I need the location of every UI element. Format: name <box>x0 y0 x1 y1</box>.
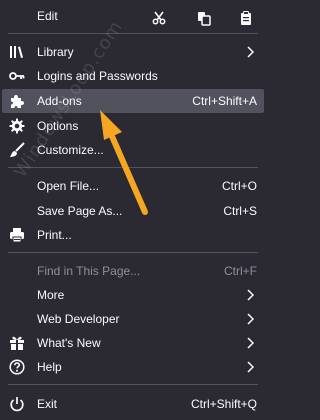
menu-item-find: Find in This Page... Ctrl+F <box>0 259 266 283</box>
menu-item-open-file[interactable]: Open File... Ctrl+O <box>0 174 266 198</box>
chevron-right-icon <box>246 313 254 325</box>
menu-item-label: Find in This Page... <box>37 264 141 278</box>
separator <box>8 384 258 385</box>
gear-icon <box>9 118 25 134</box>
key-icon <box>9 68 25 84</box>
copy-icon <box>197 11 211 26</box>
puzzle-icon <box>9 93 25 109</box>
menu-item-customize[interactable]: Customize... <box>0 138 266 162</box>
paste-icon <box>240 10 252 26</box>
menu-item-label: More <box>37 288 65 302</box>
shortcut-label: Ctrl+Shift+A <box>192 94 257 108</box>
menu-item-label: Logins and Passwords <box>37 69 158 83</box>
menu-item-logins[interactable]: Logins and Passwords <box>0 64 266 88</box>
menu-item-label: Customize... <box>37 143 104 157</box>
cut-icon <box>152 11 166 25</box>
menu-item-label: Library <box>37 45 74 59</box>
chevron-right-icon <box>246 289 254 301</box>
shortcut-label: Ctrl+S <box>223 204 257 218</box>
shortcut-label: Ctrl+O <box>221 179 257 193</box>
app-menu-panel: Edit Library Logins and Passwords Add-on… <box>0 0 266 420</box>
printer-icon <box>9 227 25 243</box>
edit-row: Edit <box>0 4 266 28</box>
copy-button[interactable] <box>194 8 214 28</box>
paste-button[interactable] <box>236 8 256 28</box>
menu-item-label: Add-ons <box>37 94 82 108</box>
menu-item-help[interactable]: Help <box>0 355 266 379</box>
shortcut-label: Ctrl+Shift+Q <box>190 397 257 411</box>
menu-item-whats-new[interactable]: What's New <box>0 331 266 355</box>
chevron-right-icon <box>246 361 254 373</box>
menu-item-addons[interactable]: Add-ons Ctrl+Shift+A <box>2 89 264 113</box>
menu-item-more[interactable]: More <box>0 283 266 307</box>
menu-item-web-developer[interactable]: Web Developer <box>0 307 266 331</box>
help-icon <box>9 359 25 375</box>
menu-item-label: Options <box>37 119 79 133</box>
menu-item-label: Web Developer <box>37 312 120 326</box>
library-icon <box>9 44 25 60</box>
menu-item-print[interactable]: Print... <box>0 223 266 247</box>
shortcut-label: Ctrl+F <box>224 264 257 278</box>
separator <box>8 33 258 34</box>
separator <box>8 167 258 168</box>
menu-item-exit[interactable]: Exit Ctrl+Shift+Q <box>0 392 266 416</box>
separator <box>8 252 258 253</box>
menu-item-label: Save Page As... <box>37 204 123 218</box>
brush-icon <box>9 142 25 158</box>
menu-item-library[interactable]: Library <box>0 40 266 64</box>
menu-item-label: What's New <box>37 336 101 350</box>
menu-item-save-page[interactable]: Save Page As... Ctrl+S <box>0 199 266 223</box>
menu-item-options[interactable]: Options <box>0 114 266 138</box>
edit-label: Edit <box>37 9 58 23</box>
menu-item-label: Help <box>37 360 62 374</box>
menu-item-label: Exit <box>37 397 58 411</box>
menu-item-label: Open File... <box>37 179 100 193</box>
chevron-right-icon <box>246 337 254 349</box>
gift-icon <box>9 335 25 351</box>
chevron-right-icon <box>246 46 254 58</box>
cut-button[interactable] <box>149 8 169 28</box>
menu-item-label: Print... <box>37 228 72 242</box>
power-icon <box>9 396 25 412</box>
